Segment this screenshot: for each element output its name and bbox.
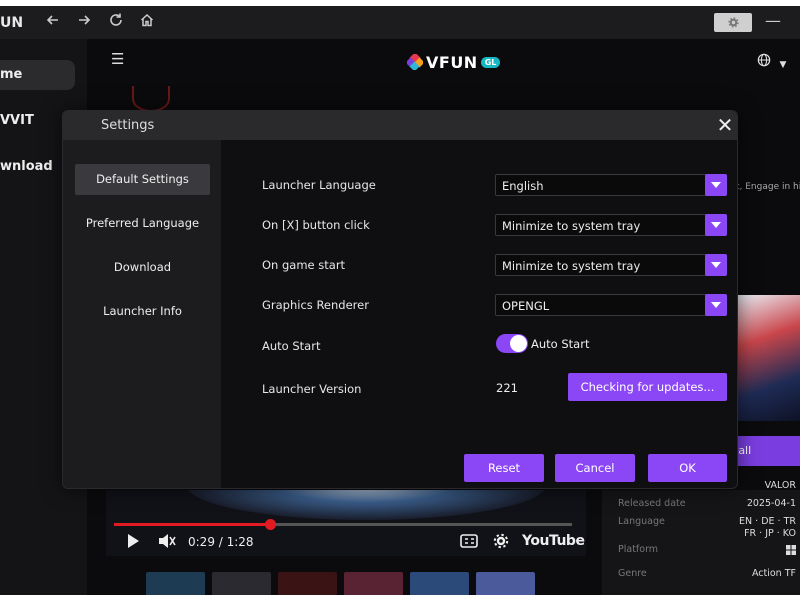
auto-start-toggle-label: Auto Start: [531, 337, 590, 351]
toggle-knob: [510, 335, 527, 352]
graphics-renderer-select[interactable]: OPENGL: [495, 294, 727, 316]
arrow-right-icon[interactable]: [74, 12, 94, 32]
settings-nav-launcher-info[interactable]: Launcher Info: [75, 296, 210, 327]
game-key-art: [738, 295, 800, 421]
media-thumbnail[interactable]: [278, 572, 337, 595]
game-start-select[interactable]: Minimize to system tray: [495, 254, 727, 276]
youtube-logo[interactable]: YouTube: [522, 533, 585, 549]
detail-key: Platform: [618, 544, 659, 555]
vfun-logo-mark-icon: [405, 52, 425, 72]
detail-key: Released date: [618, 498, 686, 509]
detail-key: Genre: [618, 568, 647, 579]
auto-start-toggle[interactable]: [496, 334, 528, 353]
arrow-left-icon[interactable]: [43, 12, 63, 32]
minimize-icon[interactable]: —: [763, 12, 783, 32]
hamburger-menu-icon[interactable]: ☰: [111, 52, 125, 67]
graphics-renderer-value: OPENGL: [502, 299, 550, 313]
settings-dialog: Settings ✕ Default Settings Preferred La…: [62, 110, 738, 489]
gear-icon[interactable]: [714, 13, 752, 32]
detail-value: EN · DE · TR: [739, 516, 796, 527]
video-progress-knob[interactable]: [265, 519, 276, 530]
video-settings-gear-icon[interactable]: [493, 533, 509, 552]
detail-value: Action TF: [751, 568, 796, 579]
game-start-label: On game start: [262, 258, 346, 272]
video-progress-fill: [114, 523, 270, 526]
game-start-value: Minimize to system tray: [502, 259, 641, 273]
settings-nav-default-settings[interactable]: Default Settings: [75, 164, 210, 195]
chevron-down-icon[interactable]: [705, 294, 727, 316]
cancel-button[interactable]: Cancel: [555, 454, 635, 482]
sidebar-item-home[interactable]: me: [0, 60, 75, 90]
home-icon[interactable]: [137, 12, 157, 32]
detail-value: 2025-04-1: [746, 498, 796, 509]
logo-text: VFUN: [426, 52, 478, 72]
game-details-panel: VALOR Released date 2025-04-1 Language E…: [602, 480, 800, 595]
settings-dialog-header: Settings ✕: [63, 111, 737, 140]
launcher-version-value: 221: [496, 381, 518, 395]
detail-value: FR · JP · KO: [744, 528, 796, 539]
ok-button[interactable]: OK: [648, 454, 727, 482]
chevron-down-icon[interactable]: [705, 214, 727, 236]
launcher-language-label: Launcher Language: [262, 178, 376, 192]
game-description-snippet: t, Engage in hig: [736, 182, 800, 192]
x-button-select[interactable]: Minimize to system tray: [495, 214, 727, 236]
media-thumbnail[interactable]: [146, 572, 205, 595]
graphics-renderer-label: Graphics Renderer: [262, 298, 369, 312]
play-icon[interactable]: [126, 533, 140, 552]
vfun-logo: VFUN GL: [405, 51, 501, 73]
video-time: 0:29 / 1:28: [188, 535, 254, 549]
app-header: ☰ VFUN GL ▼: [87, 39, 800, 85]
check-updates-button[interactable]: Checking for updates...: [568, 373, 727, 401]
settings-nav: Default Settings Preferred Language Down…: [63, 140, 221, 488]
x-button-value: Minimize to system tray: [502, 219, 641, 233]
windows-icon: [786, 545, 796, 558]
close-icon[interactable]: ✕: [715, 114, 735, 136]
launcher-language-select[interactable]: English: [495, 174, 727, 196]
media-thumbnail[interactable]: [212, 572, 271, 595]
media-thumbnail-strip: [146, 572, 535, 595]
launcher-language-value: English: [502, 179, 544, 193]
chevron-down-icon[interactable]: [705, 174, 727, 196]
media-thumbnail[interactable]: [476, 572, 535, 595]
detail-key: Language: [618, 516, 665, 527]
launcher-version-label: Launcher Version: [262, 382, 362, 396]
captions-icon[interactable]: [460, 534, 478, 551]
settings-nav-download[interactable]: Download: [75, 252, 210, 283]
launcher-window: UN — me VVIT wnload ☰ VFUN GL ▼ t, Engag…: [0, 6, 800, 595]
game-emblem-icon: [132, 86, 170, 112]
game-title-snippet: VALOR: [764, 480, 796, 491]
reset-button[interactable]: Reset: [464, 454, 544, 482]
auto-start-label: Auto Start: [262, 339, 321, 353]
app-brand: UN: [0, 15, 24, 31]
chevron-down-icon: ▼: [779, 60, 787, 70]
mute-icon[interactable]: [158, 533, 176, 552]
globe-icon[interactable]: ▼: [757, 53, 786, 71]
title-bar: UN —: [0, 6, 800, 39]
media-thumbnail[interactable]: [344, 572, 403, 595]
media-thumbnail[interactable]: [410, 572, 469, 595]
logo-badge: GL: [480, 56, 501, 68]
settings-dialog-title: Settings: [101, 118, 155, 133]
x-button-label: On [X] button click: [262, 218, 370, 232]
settings-nav-preferred-language[interactable]: Preferred Language: [75, 208, 210, 239]
refresh-icon[interactable]: [106, 12, 126, 32]
chevron-down-icon[interactable]: [705, 254, 727, 276]
